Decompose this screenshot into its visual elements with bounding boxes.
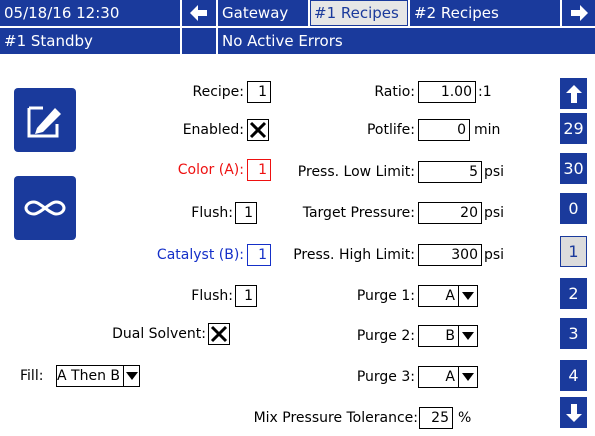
press-high-unit: psi xyxy=(484,247,505,263)
sidebar-item-1[interactable]: 1 xyxy=(560,236,587,267)
dropdown-caret-icon xyxy=(458,286,477,306)
sidebar-item-4[interactable]: 4 xyxy=(560,360,587,391)
potlife-unit: min xyxy=(474,122,501,138)
recipe-label: Recipe: xyxy=(192,84,244,100)
tab-2-recipes[interactable]: #2 Recipes xyxy=(410,0,560,26)
purge1-dropdown[interactable]: A xyxy=(418,285,478,307)
down-arrow-icon xyxy=(565,403,582,422)
checkmark-x-icon xyxy=(210,325,228,343)
dual-solvent-label: Dual Solvent: xyxy=(112,326,206,342)
link-button[interactable] xyxy=(14,176,76,240)
sidebar-item-2[interactable]: 2 xyxy=(560,278,587,309)
prev-screen-button[interactable] xyxy=(182,0,216,26)
purge2-label: Purge 2: xyxy=(356,328,415,344)
press-low-unit: psi xyxy=(484,164,505,180)
mix-tolerance-field[interactable]: 25 xyxy=(419,407,453,429)
flush-b-label: Flush: xyxy=(191,288,233,304)
up-arrow-icon xyxy=(565,84,582,103)
potlife-label: Potlife: xyxy=(366,122,415,138)
dropdown-caret-icon xyxy=(123,366,139,386)
enabled-label: Enabled: xyxy=(182,122,244,138)
dual-solvent-checkbox[interactable] xyxy=(208,323,230,345)
fill-dropdown[interactable]: A Then B xyxy=(56,365,140,387)
mix-tolerance-label: Mix Pressure Tolerance: xyxy=(253,410,418,426)
tab-1-recipes[interactable]: #1 Recipes xyxy=(310,0,408,26)
purge1-label: Purge 1: xyxy=(356,288,415,304)
press-high-label: Press. High Limit: xyxy=(293,247,415,263)
purge2-dropdown[interactable]: B xyxy=(418,325,478,347)
next-screen-button[interactable] xyxy=(562,0,595,26)
dropdown-caret-icon xyxy=(458,326,477,346)
scroll-down-button[interactable] xyxy=(560,397,587,428)
sidebar-item-30[interactable]: 30 xyxy=(560,153,587,184)
color-a-label: Color (A): xyxy=(177,162,244,178)
edit-button[interactable] xyxy=(14,88,76,152)
left-arrow-icon xyxy=(190,5,207,21)
target-pressure-unit: psi xyxy=(484,205,505,221)
purge2-value: B xyxy=(445,328,455,344)
ratio-unit: :1 xyxy=(478,84,492,100)
purge3-value: A xyxy=(445,369,455,385)
purge3-label: Purge 3: xyxy=(356,369,415,385)
flush-a-label: Flush: xyxy=(191,205,233,221)
press-low-label: Press. Low Limit: xyxy=(297,164,415,180)
potlife-field[interactable]: 0 xyxy=(418,119,470,141)
ratio-field[interactable]: 1.00 xyxy=(418,81,476,103)
target-pressure-label: Target Pressure: xyxy=(302,205,415,221)
press-low-field[interactable]: 5 xyxy=(418,161,482,183)
press-high-field[interactable]: 300 xyxy=(418,244,482,266)
error-status: No Active Errors xyxy=(218,28,595,54)
purge1-value: A xyxy=(445,288,455,304)
flush-b-field[interactable]: 1 xyxy=(235,285,257,307)
purge3-dropdown[interactable]: A xyxy=(418,366,478,388)
scroll-up-button[interactable] xyxy=(560,78,587,109)
infinity-icon xyxy=(24,200,66,216)
fill-label: Fill: xyxy=(20,368,44,384)
target-pressure-field[interactable]: 20 xyxy=(418,202,482,224)
status-indicator xyxy=(182,28,216,54)
system-mode-status: #1 Standby xyxy=(0,28,180,54)
fill-value: A Then B xyxy=(57,368,120,384)
mix-tolerance-unit: % xyxy=(458,410,472,426)
datetime-display: 05/18/16 12:30 xyxy=(0,0,180,26)
sidebar-item-3[interactable]: 3 xyxy=(560,318,587,349)
tab-gateway[interactable]: Gateway xyxy=(218,0,308,26)
sidebar-item-0[interactable]: 0 xyxy=(560,193,587,224)
right-arrow-icon xyxy=(570,5,588,21)
ratio-label: Ratio: xyxy=(374,84,415,100)
catalyst-b-label: Catalyst (B): xyxy=(156,247,244,263)
sidebar-item-29[interactable]: 29 xyxy=(560,113,587,144)
dropdown-caret-icon xyxy=(458,367,477,387)
edit-icon xyxy=(27,106,61,138)
